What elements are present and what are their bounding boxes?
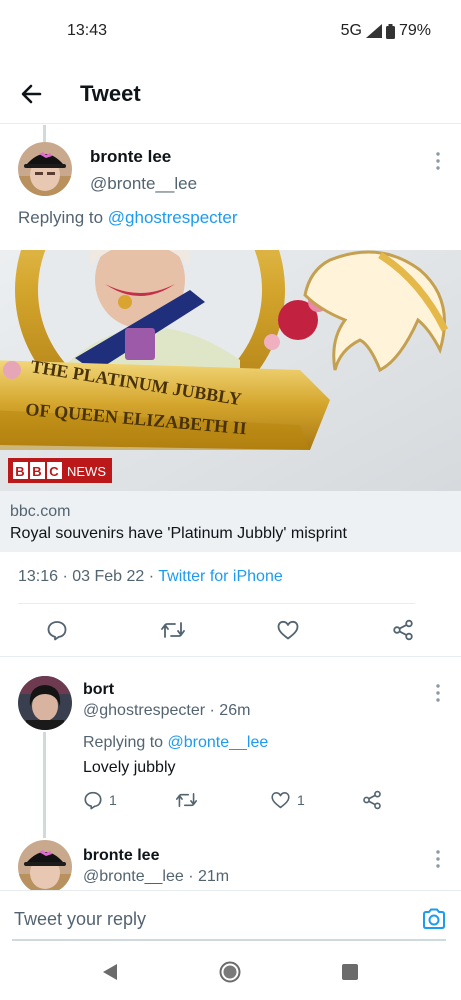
heart-icon	[277, 620, 299, 640]
author-handle[interactable]: @bronte__lee	[90, 174, 197, 194]
status-bar: 13:43 5G 79%	[0, 0, 461, 62]
more-options-button[interactable]	[432, 682, 444, 704]
circle-home-icon	[219, 961, 241, 983]
retweet-button[interactable]	[160, 619, 186, 641]
more-vertical-icon	[436, 684, 440, 702]
reply-input[interactable]	[14, 901, 394, 937]
card-domain: bbc.com	[10, 503, 71, 520]
nav-recents-button[interactable]	[341, 963, 359, 986]
link-card[interactable]: THE PLATINUM JUBBLY OF QUEEN ELIZABETH I…	[0, 250, 461, 552]
camera-icon	[423, 908, 445, 929]
retweet-icon	[175, 793, 198, 807]
speech-bubble-icon	[84, 791, 102, 810]
replying-prefix: Replying to	[83, 734, 164, 751]
signal-icon	[365, 24, 382, 38]
retweet-icon	[161, 622, 185, 638]
avatar-image	[18, 676, 72, 730]
divider	[18, 603, 415, 604]
nav-home-button[interactable]	[219, 961, 241, 988]
square-recents-icon	[342, 964, 358, 980]
svg-text:B: B	[15, 464, 24, 479]
input-underline	[12, 939, 446, 941]
status-time: 13:43	[67, 22, 108, 39]
replying-to: Replying to @ghostrespecter	[18, 208, 238, 228]
tweet-text: Lovely jubbly	[83, 759, 176, 776]
replying-to-link[interactable]: @ghostrespecter	[108, 208, 238, 227]
heart-icon	[271, 792, 290, 809]
card-title: Royal souvenirs have 'Platinum Jubbly' m…	[10, 525, 347, 542]
card-illustration: THE PLATINUM JUBBLY OF QUEEN ELIZABETH I…	[0, 250, 461, 491]
avatar-image	[18, 142, 72, 196]
triangle-back-icon	[103, 964, 117, 980]
card-image: THE PLATINUM JUBBLY OF QUEEN ELIZABETH I…	[0, 250, 461, 491]
author-name[interactable]: bort	[83, 681, 114, 699]
author-handle[interactable]: @bronte__lee · 21m	[83, 868, 229, 886]
avatar[interactable]	[18, 142, 72, 196]
svg-text:C: C	[49, 464, 59, 479]
card-meta: bbc.com Royal souvenirs have 'Platinum J…	[0, 491, 461, 552]
share-icon	[363, 790, 381, 810]
divider	[0, 656, 461, 657]
like-count: 1	[297, 792, 305, 808]
battery-icon	[385, 23, 395, 39]
page-title: Tweet	[80, 81, 141, 106]
like-button[interactable]	[276, 619, 300, 641]
author-name[interactable]: bronte lee	[90, 147, 171, 167]
more-options-button[interactable]	[432, 848, 444, 870]
share-icon	[393, 619, 413, 641]
retweet-button[interactable]	[175, 790, 204, 810]
author-handle[interactable]: @ghostrespecter · 26m	[83, 702, 250, 720]
more-vertical-icon	[436, 152, 440, 170]
avatar-image	[18, 840, 72, 894]
reply-composer	[0, 890, 461, 946]
more-options-button[interactable]	[432, 150, 444, 172]
thread-connector	[43, 732, 46, 838]
thread-connector-top	[43, 125, 46, 142]
network-label: 5G	[340, 22, 362, 39]
replying-to-link[interactable]: @bronte__lee	[168, 734, 269, 751]
bbc-news-label: NEWS	[67, 464, 106, 479]
author-name[interactable]: bronte lee	[83, 847, 159, 865]
like-button[interactable]: 1	[270, 790, 305, 810]
share-button[interactable]	[392, 619, 414, 641]
tweet-timestamp: 13:16 · 03 Feb 22 · Twitter for iPhone	[18, 568, 283, 586]
reply-count: 1	[109, 792, 117, 808]
replying-prefix: Replying to	[18, 208, 104, 227]
avatar[interactable]	[18, 676, 72, 730]
speech-bubble-icon	[47, 621, 67, 641]
camera-button[interactable]	[421, 906, 447, 932]
tweet-source-link[interactable]: Twitter for iPhone	[158, 568, 283, 585]
timestamp-text: 13:16 · 03 Feb 22 ·	[18, 568, 159, 585]
avatar[interactable]	[18, 840, 72, 894]
back-button[interactable]	[18, 80, 46, 108]
status-indicators: 5G 79%	[341, 22, 431, 40]
arrow-left-icon	[21, 84, 42, 104]
svg-text:B: B	[32, 464, 41, 479]
app-header: Tweet	[0, 62, 461, 124]
nav-back-button[interactable]	[100, 962, 120, 987]
battery-level: 79%	[398, 22, 431, 39]
reply-button[interactable]: 1	[83, 790, 117, 810]
reply-button[interactable]	[46, 619, 68, 641]
share-button[interactable]	[362, 790, 382, 810]
system-nav-bar	[0, 946, 461, 1000]
replying-to: Replying to @bronte__lee	[83, 734, 268, 752]
more-vertical-icon	[436, 850, 440, 868]
